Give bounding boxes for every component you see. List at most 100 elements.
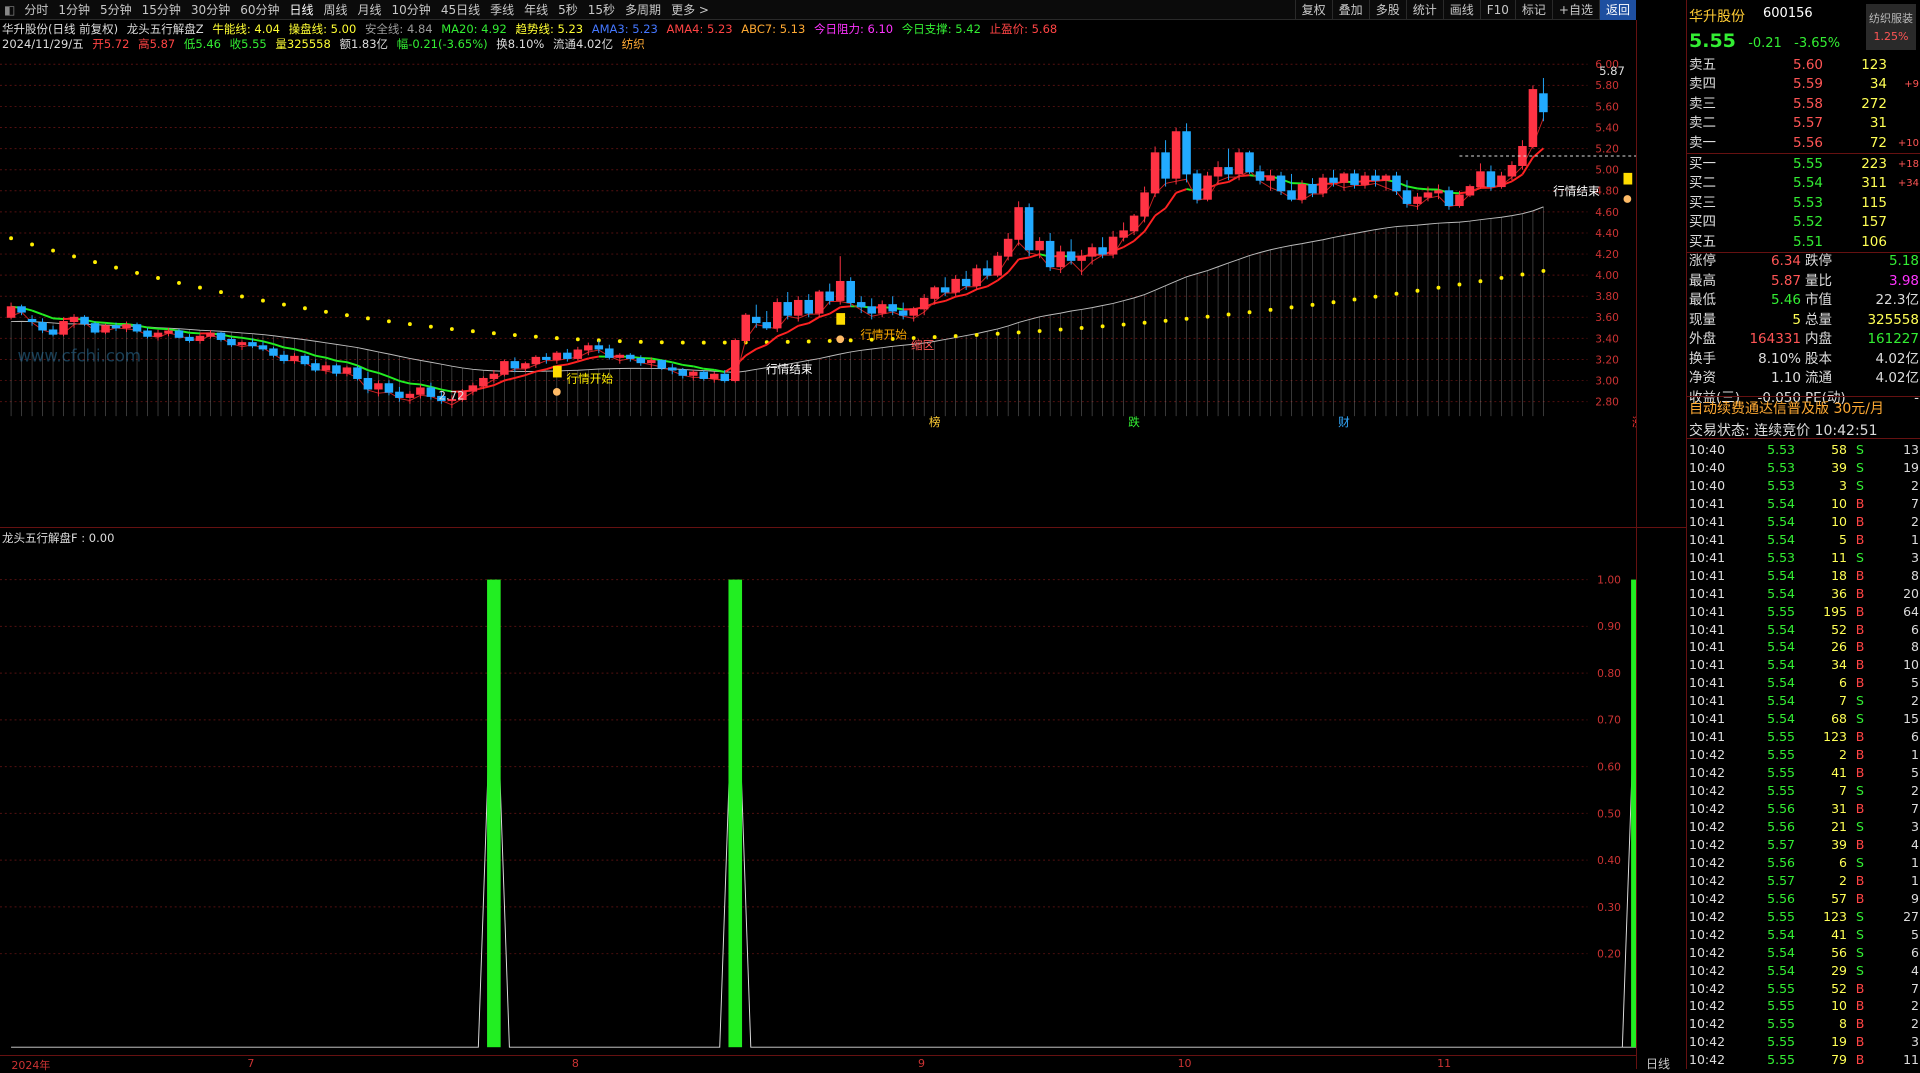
candle-body — [742, 315, 750, 340]
tick-price: 5.57 — [1747, 836, 1795, 854]
toolbar-button[interactable]: 标记 — [1515, 0, 1552, 20]
order-book-row[interactable]: 卖一5.5672+10 — [1687, 134, 1920, 153]
period-tab[interactable]: 日线 — [284, 0, 318, 20]
order-book-row[interactable]: 卖五5.60123 — [1687, 56, 1920, 75]
order-delta: +18 — [1887, 155, 1919, 174]
candle-body — [836, 281, 844, 300]
trend-line-segment — [420, 384, 430, 386]
niuneng-dot — [1458, 283, 1462, 287]
period-tab[interactable]: 1分钟 — [53, 0, 95, 20]
order-book-row[interactable]: 买四5.52157 — [1687, 213, 1920, 232]
toolbar-button[interactable]: 多股 — [1369, 0, 1406, 20]
candle-body — [280, 355, 288, 360]
period-tab[interactable]: 30分钟 — [186, 0, 235, 20]
tick-time: 10:41 — [1689, 692, 1725, 710]
tick-volume: 52 — [1799, 621, 1847, 639]
period-tab[interactable]: 多周期 — [620, 0, 666, 20]
tick-volume: 10 — [1799, 513, 1847, 531]
period-tab[interactable]: 分时 — [19, 0, 53, 20]
tick-row: 10:425.5519B3 — [1687, 1033, 1920, 1051]
candle-body — [1183, 132, 1191, 174]
order-book-row[interactable]: 买五5.51106 — [1687, 233, 1920, 252]
stat-label: 总量 — [1805, 311, 1832, 330]
signal-spike-bar — [1631, 580, 1636, 1048]
toolbar-button[interactable]: 统计 — [1406, 0, 1443, 20]
toolbar-button[interactable]: F10 — [1480, 0, 1515, 20]
period-tab[interactable]: 5秒 — [553, 0, 583, 20]
order-level-label: 买三 — [1689, 194, 1716, 213]
candle-body — [962, 279, 970, 285]
toolbar-button[interactable]: 复权 — [1295, 0, 1332, 20]
order-book-row[interactable]: 卖四5.5934+9 — [1687, 75, 1920, 94]
period-tab[interactable]: 15分钟 — [137, 0, 186, 20]
y-tick-label: 3.80 — [1595, 290, 1619, 303]
hand-marker-icon — [553, 388, 561, 396]
tick-time: 10:41 — [1689, 585, 1725, 603]
toolbar-button[interactable]: 叠加 — [1332, 0, 1369, 20]
trend-line-segment — [977, 286, 987, 289]
tick-side: S — [1853, 854, 1867, 872]
candle-body — [868, 307, 876, 313]
order-book-row[interactable]: 卖二5.5731 — [1687, 114, 1920, 133]
main-kline-chart[interactable]: 6.005.805.605.405.205.004.804.604.404.20… — [0, 48, 1636, 528]
tick-row: 10:415.5434B10 — [1687, 656, 1920, 674]
period-tab[interactable]: 5分钟 — [95, 0, 137, 20]
candle-body — [606, 349, 614, 357]
event-label[interactable]: 榜 — [929, 415, 941, 429]
top-toolbar: ◧分时1分钟5分钟15分钟30分钟60分钟日线周线月线10分钟45日线季线年线5… — [0, 0, 1636, 20]
niuneng-dot — [1269, 308, 1273, 312]
candle-body — [700, 372, 708, 378]
toolbar-button[interactable]: +自选 — [1552, 0, 1599, 20]
sub-indicator-chart[interactable]: 1.000.900.800.700.600.500.400.300.20 — [0, 527, 1636, 1057]
price-line: 5.55 -0.21 -3.65% — [1689, 30, 1840, 52]
trend-line-segment — [819, 314, 829, 317]
order-book-row[interactable]: 买二5.54311+34 — [1687, 174, 1920, 193]
tick-row: 10:415.545B1 — [1687, 531, 1920, 549]
toolbar-button[interactable]: 画线 — [1443, 0, 1480, 20]
order-book-row[interactable]: 买三5.53115 — [1687, 194, 1920, 213]
order-book-row[interactable]: 买一5.55223+18 — [1687, 155, 1920, 174]
period-tab[interactable]: 10分钟 — [387, 0, 436, 20]
niuneng-dot — [1290, 305, 1294, 309]
tick-count: 7 — [1869, 800, 1919, 818]
y-tick-label: 0.50 — [1597, 807, 1621, 820]
period-tab[interactable]: 更多 > — [666, 0, 714, 20]
order-volume: 72 — [1823, 134, 1887, 153]
layout-toggle-icon[interactable]: ◧ — [0, 0, 19, 20]
candle-body — [18, 307, 26, 312]
trend-line-segment — [399, 381, 409, 384]
order-book-row[interactable]: 卖三5.58272 — [1687, 95, 1920, 114]
period-tab[interactable]: 月线 — [353, 0, 387, 20]
period-tab[interactable]: 15秒 — [583, 0, 620, 20]
stat-value: 5.46 — [1733, 291, 1801, 310]
candle-body — [763, 323, 771, 328]
tick-count: 2 — [1869, 513, 1919, 531]
promo-banner[interactable]: 自动续费通达信普及版 30元/月 — [1689, 398, 1884, 418]
period-tab[interactable]: 60分钟 — [235, 0, 284, 20]
y-tick-label: 4.20 — [1595, 248, 1619, 261]
niuneng-dot — [1437, 286, 1441, 290]
order-price: 5.56 — [1773, 134, 1823, 153]
niuneng-dot — [786, 340, 790, 344]
candle-body — [217, 333, 225, 339]
candle-body — [1340, 174, 1348, 182]
period-tab[interactable]: 45日线 — [436, 0, 485, 20]
toolbar-button[interactable]: 返回 — [1599, 0, 1636, 20]
event-label[interactable]: 财 — [1338, 415, 1350, 429]
event-label[interactable]: 跌 — [1128, 415, 1140, 429]
sector-badge[interactable]: 纺织服装 1.25% — [1866, 4, 1916, 50]
tick-side: S — [1853, 818, 1867, 836]
period-tab[interactable]: 季线 — [485, 0, 519, 20]
tick-count: 2 — [1869, 997, 1919, 1015]
period-tab[interactable]: 年线 — [519, 0, 553, 20]
tick-row: 10:415.5436B20 — [1687, 585, 1920, 603]
indicator-name[interactable]: 龙头五行解盘Z — [127, 22, 204, 36]
candle-body — [417, 388, 425, 394]
order-level-label: 买二 — [1689, 174, 1716, 193]
tick-time: 10:42 — [1689, 836, 1725, 854]
order-price: 5.58 — [1773, 95, 1823, 114]
period-tab[interactable]: 周线 — [319, 0, 353, 20]
candle-body — [1214, 168, 1222, 176]
tick-count: 3 — [1869, 549, 1919, 567]
tick-count: 5 — [1869, 764, 1919, 782]
